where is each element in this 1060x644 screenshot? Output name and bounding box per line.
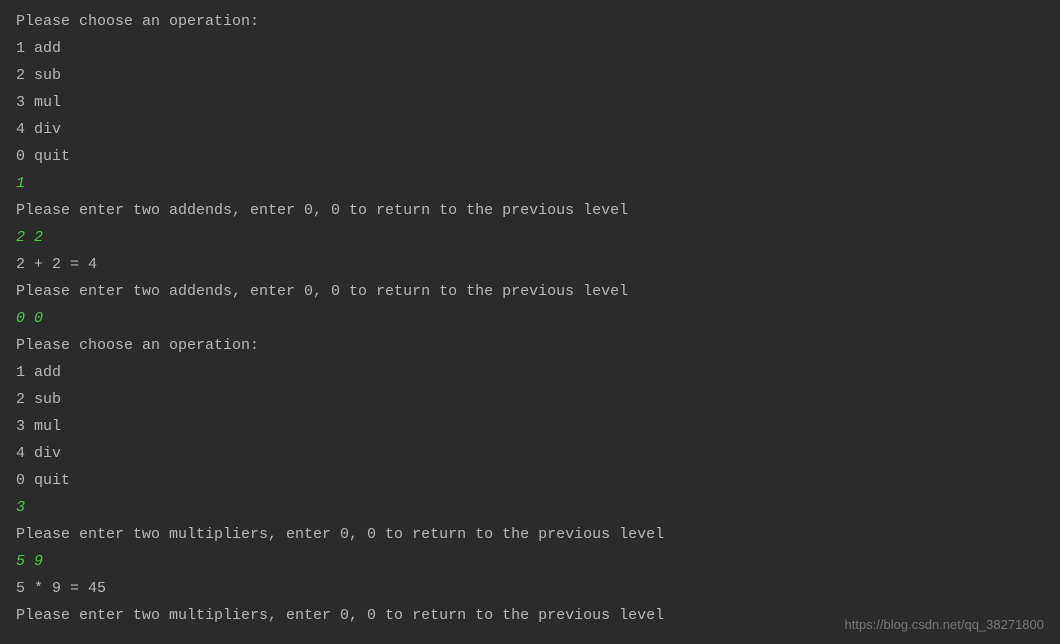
terminal-output-line: 2 + 2 = 4 [16,251,1044,278]
terminal-output-line: 1 add [16,35,1044,62]
terminal-output-line: 4 div [16,116,1044,143]
watermark-text: https://blog.csdn.net/qq_38271800 [845,611,1045,638]
terminal-output-line: Please enter two addends, enter 0, 0 to … [16,278,1044,305]
terminal-output-line: 0 quit [16,467,1044,494]
terminal-output-line: Please enter two addends, enter 0, 0 to … [16,197,1044,224]
terminal-output-line: 0 quit [16,143,1044,170]
terminal-output: Please choose an operation: 1 add2 sub3 … [16,8,1044,629]
terminal-output-line: 3 mul [16,413,1044,440]
terminal-input-line: 5 9 [16,548,1044,575]
terminal-input-line: 0 0 [16,305,1044,332]
terminal-input-line: 3 [16,494,1044,521]
terminal-output-line: Please choose an operation: [16,332,1044,359]
terminal-input-line: 2 2 [16,224,1044,251]
terminal-output-line: Please choose an operation: [16,8,1044,35]
terminal-output-line: 5 * 9 = 45 [16,575,1044,602]
terminal-output-line: 2 sub [16,386,1044,413]
terminal-output-line: 2 sub [16,62,1044,89]
terminal-output-line: Please enter two multipliers, enter 0, 0… [16,521,1044,548]
terminal-output-line: 1 add [16,359,1044,386]
terminal-output-line: 4 div [16,440,1044,467]
terminal-output-line: 3 mul [16,89,1044,116]
terminal-input-line: 1 [16,170,1044,197]
